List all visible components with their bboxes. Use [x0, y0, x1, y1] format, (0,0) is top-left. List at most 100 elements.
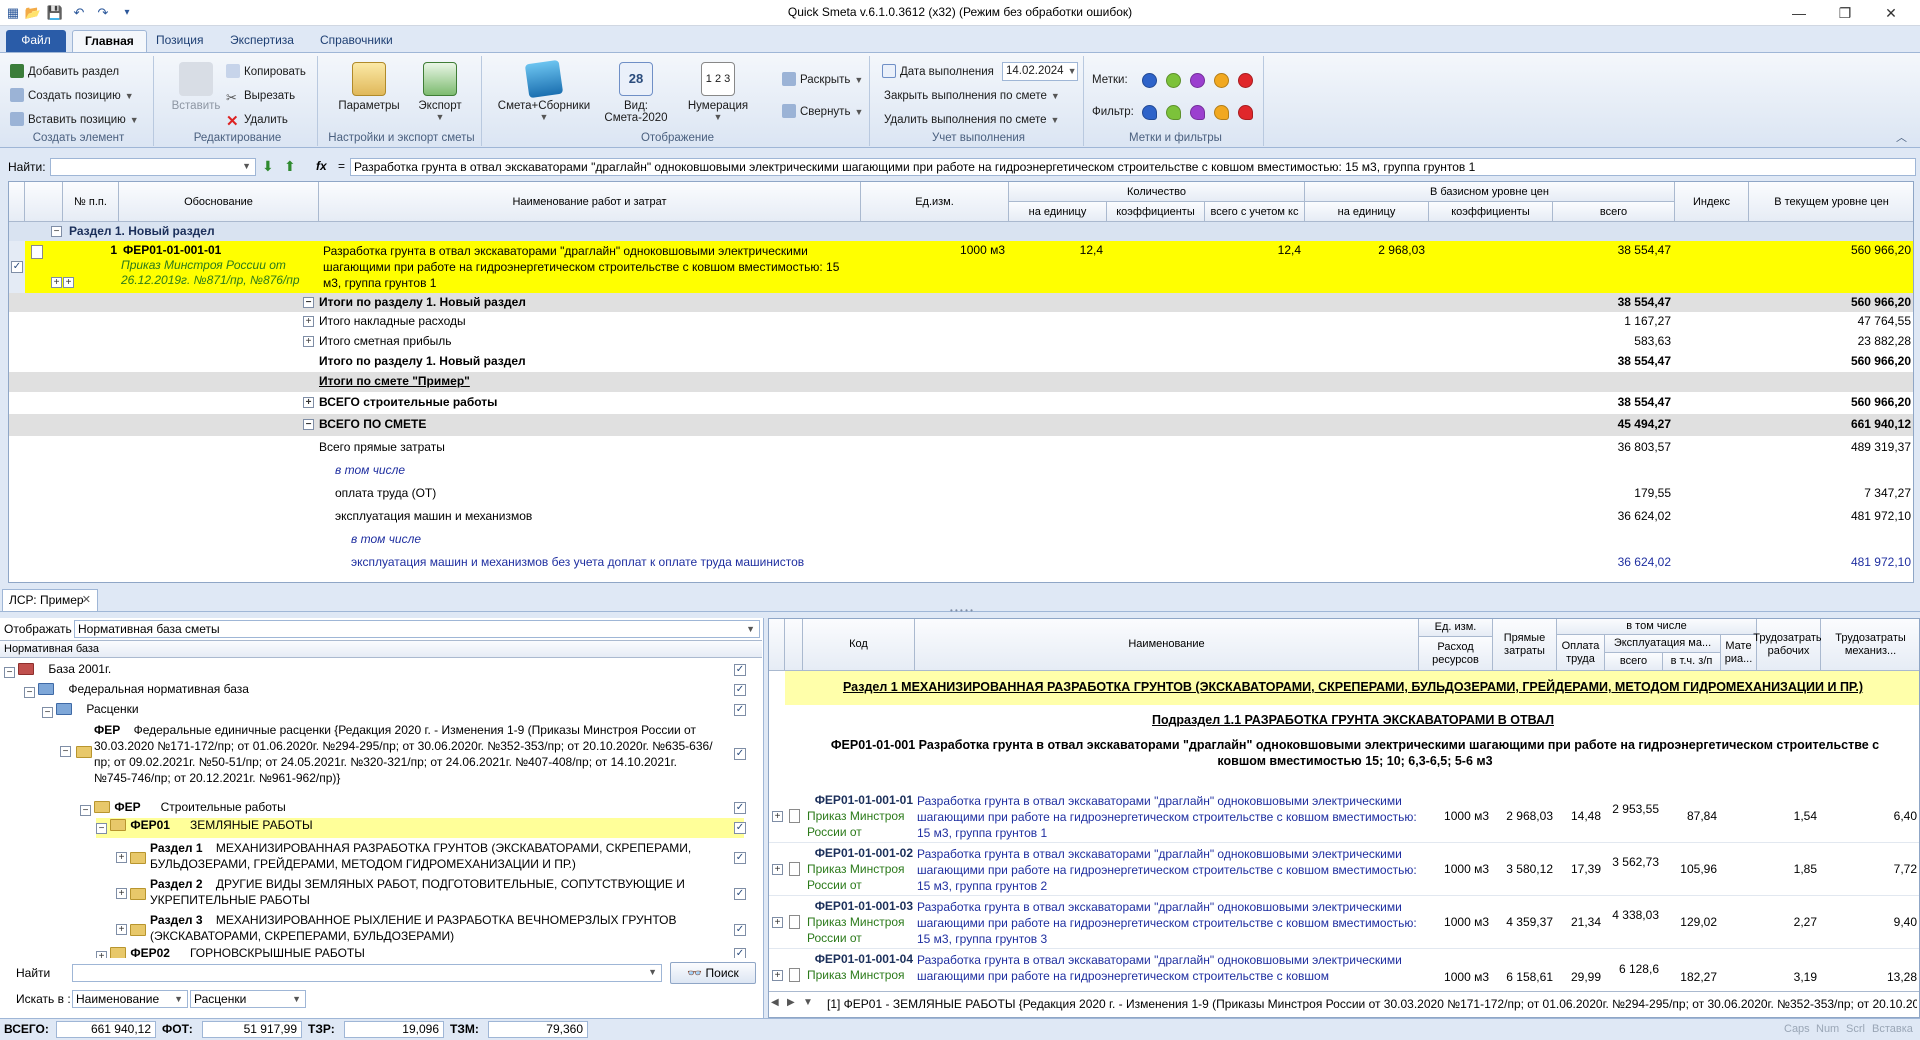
tree-node-federal[interactable]: − Федеральная нормативная база	[24, 682, 249, 698]
mark-green-icon[interactable]	[1166, 73, 1181, 88]
header-current[interactable]: В текущем уровне цен	[1749, 182, 1913, 222]
collapse-icon[interactable]: −	[24, 687, 35, 698]
search-field-select[interactable]: Наименование ▼	[72, 990, 188, 1008]
add-section-button[interactable]: Добавить раздел	[10, 62, 119, 82]
rate-row[interactable]: + ФЕР01-01-001-02 Приказ Минстроя России…	[769, 844, 1919, 896]
header-name[interactable]: Наименование работ и затрат	[319, 182, 861, 222]
section-row[interactable]: − Раздел 1. Новый раздел	[9, 222, 1913, 241]
chevron-down-icon[interactable]: ▼	[648, 967, 657, 977]
filter-green-icon[interactable]	[1166, 105, 1181, 120]
splitter-grip[interactable]: • • • • •	[950, 606, 973, 615]
find-next-icon[interactable]: ⬇	[262, 158, 274, 175]
expand-icon[interactable]: +	[116, 924, 127, 935]
tree-node-base2001[interactable]: − База 2001г.	[4, 662, 111, 678]
chevron-down-icon[interactable]: ▼	[746, 621, 755, 637]
delete-exec-button[interactable]: Удалить выполнения по смете ▼	[884, 110, 1059, 130]
expand-icon[interactable]: +	[303, 316, 314, 327]
header-base-coef[interactable]: коэффициенты	[1429, 202, 1553, 222]
scroll-right-icon[interactable]: ▶	[787, 997, 795, 1008]
expand-icon[interactable]: +	[772, 970, 783, 981]
grid-row-11[interactable]: в том числе	[9, 528, 1913, 551]
export-dropdown-icon[interactable]: ▼	[410, 112, 470, 122]
chevron-down-icon[interactable]: ▼	[803, 997, 813, 1008]
filter-blue-icon[interactable]	[1142, 105, 1157, 120]
insert-position-button[interactable]: Вставить позицию ▼	[10, 110, 139, 130]
collapse-icon[interactable]: −	[80, 805, 91, 816]
rheader-mach-zp[interactable]: в т.ч. з/п	[1663, 653, 1721, 671]
tree-checkbox[interactable]: ✓	[734, 684, 746, 696]
grid-row-12[interactable]: эксплуатация машин и механизмов без учет…	[9, 551, 1913, 574]
tree-checkbox[interactable]: ✓	[734, 664, 746, 676]
expand-icon[interactable]: +	[303, 397, 314, 408]
header-qty-total[interactable]: всего с учетом кс	[1205, 202, 1305, 222]
expand-icon[interactable]: +	[116, 888, 127, 899]
rates-section-title[interactable]: Раздел 1 МЕХАНИЗИРОВАННАЯ РАЗРАБОТКА ГРУ…	[785, 671, 1919, 705]
expand-icon[interactable]: +	[96, 951, 107, 958]
tree-node-fer01[interactable]: − ФЕР01 ЗЕМЛЯНЫЕ РАБОТЫ	[96, 818, 744, 838]
filter-orange-icon[interactable]	[1214, 105, 1229, 120]
tree-node-fer-build[interactable]: − ФЕР Строительные работы	[80, 800, 286, 816]
copy-button[interactable]: Копировать	[226, 62, 306, 82]
header-qty-unit[interactable]: на единицу	[1009, 202, 1107, 222]
grid-row-9[interactable]: оплата труда (ОТ) 179,55 7 347,27	[9, 482, 1913, 505]
header-unit[interactable]: Ед.изм.	[861, 182, 1009, 222]
tree-checkbox[interactable]: ✓	[734, 748, 746, 760]
paste-button[interactable]: Вставить	[166, 62, 226, 112]
rate-row[interactable]: + ФЕР01-01-001-04 Приказ Минстроя Разраб…	[769, 950, 1919, 990]
search-input[interactable]: ▼	[72, 964, 662, 982]
rheader-name[interactable]: Наименование	[915, 619, 1419, 671]
search-scope-select[interactable]: Расценки ▼	[190, 990, 306, 1008]
tree-checkbox[interactable]: ✓	[734, 704, 746, 716]
header-qty-coef[interactable]: коэффициенты	[1107, 202, 1205, 222]
grid-row-0[interactable]: − Итоги по разделу 1. Новый раздел 38 55…	[9, 293, 1913, 312]
grid-row-5[interactable]: + ВСЕГО строительные работы 38 554,47 56…	[9, 392, 1913, 414]
cut-button[interactable]: ✂ Вырезать	[226, 86, 295, 106]
tree-checkbox[interactable]: ✓	[734, 948, 746, 958]
delete-button[interactable]: ✕ Удалить	[226, 110, 288, 130]
grid-row-7[interactable]: Всего прямые затраты 36 803,57 489 319,3…	[9, 436, 1913, 459]
rheader-code[interactable]: Код	[803, 619, 915, 671]
rheader-consumption[interactable]: Расход ресурсов	[1419, 637, 1493, 671]
collapse-icon[interactable]: −	[303, 297, 314, 308]
collapse-icon[interactable]: −	[96, 823, 107, 834]
create-position-button[interactable]: Создать позицию ▼	[10, 86, 134, 106]
expand-icon[interactable]: +	[772, 917, 783, 928]
maximize-button[interactable]: ❐	[1822, 0, 1868, 26]
tree-node-fer02[interactable]: + ФЕР02 ГОРНОВСКРЫШНЫЕ РАБОТЫ	[96, 946, 365, 958]
expand-icon[interactable]: +	[116, 852, 127, 863]
header-num[interactable]: № п.п.	[63, 182, 119, 222]
filter-purple-icon[interactable]	[1190, 105, 1205, 120]
exec-date-picker[interactable]: 14.02.2024 ▼	[1002, 62, 1078, 81]
tree-checkbox[interactable]: ✓	[734, 888, 746, 900]
tab-expertise[interactable]: Экспертиза	[218, 30, 306, 52]
display-select[interactable]: Нормативная база сметы ▼	[74, 620, 760, 638]
rate-row[interactable]: + ФЕР01-01-001-03 Приказ Минстроя России…	[769, 897, 1919, 949]
position-row[interactable]: ✓ + + 1 ФЕР01-01-001-01 Приказ Минстроя …	[9, 241, 1913, 293]
tab-home[interactable]: Главная	[72, 30, 147, 52]
view-button[interactable]: 28 Вид: Смета-2020	[598, 62, 674, 124]
rheader-labor-cost[interactable]: Трудозатраты рабочих	[1753, 619, 1824, 671]
grid-row-8[interactable]: в том числе	[9, 459, 1913, 482]
rates-group-title[interactable]: ФЕР01-01-001 Разработка грунта в отвал э…	[805, 737, 1905, 769]
scroll-left-icon[interactable]: ◀	[771, 997, 779, 1008]
smeta-sborniki-button[interactable]: Смета+Сборники ▼	[492, 59, 596, 122]
header-base-total[interactable]: всего	[1553, 202, 1675, 222]
tree-checkbox[interactable]: ✓	[734, 822, 746, 834]
rheader-direct[interactable]: Прямые затраты	[1493, 619, 1557, 671]
formula-input[interactable]: Разработка грунта в отвал экскаваторами …	[350, 158, 1916, 176]
export-button[interactable]: Экспорт ▼	[410, 62, 470, 122]
grid-row-4[interactable]: Итоги по смете "Пример"	[9, 372, 1913, 392]
expand-icon[interactable]: +	[303, 336, 314, 347]
tree-checkbox[interactable]: ✓	[734, 924, 746, 936]
expand-button[interactable]: Раскрыть ▼	[782, 70, 863, 90]
tab-position[interactable]: Позиция	[144, 30, 215, 52]
tree-checkbox[interactable]: ✓	[734, 802, 746, 814]
row-checkbox[interactable]: ✓	[11, 261, 23, 273]
grid-row-10[interactable]: эксплуатация машин и механизмов 36 624,0…	[9, 505, 1913, 528]
rheader-mach-cost[interactable]: Трудозатраты механиз...	[1821, 619, 1919, 671]
search-button[interactable]: 👓 Поиск	[670, 962, 756, 984]
find-prev-icon[interactable]: ⬆	[284, 158, 296, 175]
rheader-labor[interactable]: Оплата труда	[1557, 635, 1605, 671]
numbering-button[interactable]: 1 2 3 Нумерация ▼	[680, 62, 756, 122]
minimize-button[interactable]: —	[1776, 0, 1822, 26]
